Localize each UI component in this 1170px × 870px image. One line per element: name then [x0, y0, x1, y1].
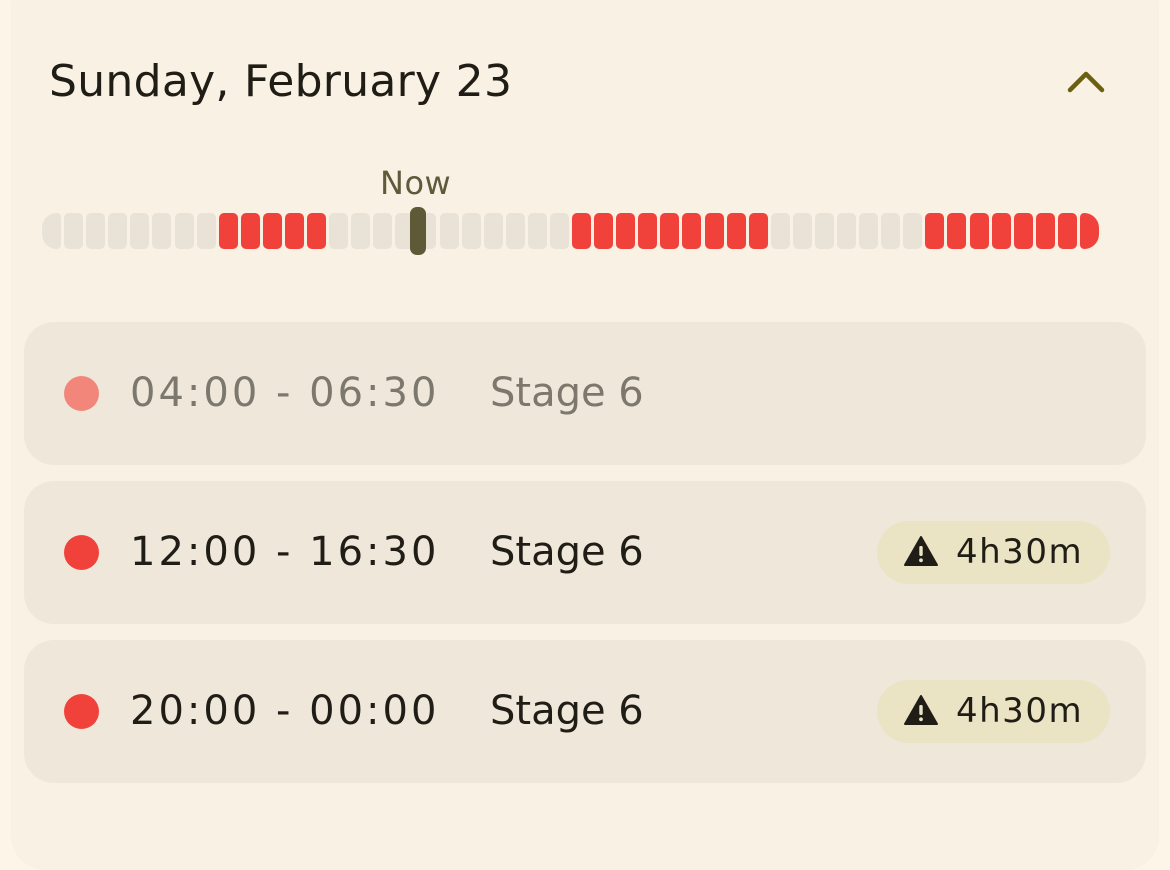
- timeline-free-segment: [881, 213, 901, 249]
- date-title: Sunday, February 23: [49, 56, 513, 107]
- outage-slot[interactable]: 20:00 - 00:00 Stage 6 4h30m: [24, 640, 1146, 783]
- duration-label: 4h30m: [956, 691, 1084, 731]
- timeline-free-segment: [42, 213, 62, 249]
- timeline-free-segment: [108, 213, 128, 249]
- status-dot: [64, 376, 99, 411]
- timeline-outage-segment: [594, 213, 614, 249]
- duration-badge: 4h30m: [877, 521, 1110, 584]
- timeline-free-segment: [859, 213, 879, 249]
- timeline-free-segment: [174, 213, 194, 249]
- timeline-outage-segment: [682, 213, 702, 249]
- timeline-outage-segment: [572, 213, 592, 249]
- timeline-outage-segment: [262, 213, 282, 249]
- timeline-outage-segment: [284, 213, 304, 249]
- timeline-free-segment: [152, 213, 172, 249]
- timeline-free-segment: [903, 213, 923, 249]
- chevron-up-icon: [1067, 71, 1105, 93]
- collapse-button[interactable]: [1060, 60, 1112, 104]
- outage-timeline: [42, 213, 1102, 249]
- timeline-free-segment: [505, 213, 525, 249]
- timeline-free-segment: [461, 213, 481, 249]
- timeline-free-segment: [483, 213, 503, 249]
- timeline-outage-segment: [616, 213, 636, 249]
- timeline-outage-segment: [660, 213, 680, 249]
- timeline-free-segment: [837, 213, 857, 249]
- timeline-outage-segment: [726, 213, 746, 249]
- timeline-outage-segment: [1057, 213, 1077, 249]
- timeline-free-segment: [196, 213, 216, 249]
- timeline-outage-segment: [307, 213, 327, 249]
- timeline-free-segment: [329, 213, 349, 249]
- timeline-outage-segment: [925, 213, 945, 249]
- duration-badge: 4h30m: [877, 680, 1110, 743]
- timeline-free-segment: [351, 213, 371, 249]
- timeline-outage-segment: [1013, 213, 1033, 249]
- timeline-outage-segment: [969, 213, 989, 249]
- warning-icon: [904, 695, 938, 725]
- timeline-free-segment: [439, 213, 459, 249]
- timeline-free-segment: [814, 213, 834, 249]
- timeline-free-segment: [64, 213, 84, 249]
- timeline-free-segment: [130, 213, 150, 249]
- slot-time: 20:00 - 00:00: [130, 688, 440, 734]
- timeline-free-segment: [770, 213, 790, 249]
- slot-stage: Stage 6: [490, 688, 644, 734]
- now-marker: [410, 207, 426, 255]
- timeline-outage-segment: [947, 213, 967, 249]
- slot-time: 12:00 - 16:30: [130, 529, 440, 575]
- timeline-free-segment: [527, 213, 547, 249]
- warning-icon: [904, 536, 938, 566]
- duration-label: 4h30m: [956, 532, 1084, 572]
- timeline-free-segment: [86, 213, 106, 249]
- timeline-outage-segment: [1079, 213, 1099, 249]
- timeline-free-segment: [373, 213, 393, 249]
- outage-slot[interactable]: 12:00 - 16:30 Stage 6 4h30m: [24, 481, 1146, 624]
- status-dot: [64, 535, 99, 570]
- timeline-free-segment: [549, 213, 569, 249]
- slot-stage: Stage 6: [490, 529, 644, 575]
- timeline-outage-segment: [218, 213, 238, 249]
- outage-slot[interactable]: 04:00 - 06:30 Stage 6: [24, 322, 1146, 465]
- status-dot: [64, 694, 99, 729]
- timeline-free-segment: [792, 213, 812, 249]
- timeline-outage-segment: [748, 213, 768, 249]
- timeline-outage-segment: [240, 213, 260, 249]
- timeline-outage-segment: [1035, 213, 1055, 249]
- timeline-outage-segment: [704, 213, 724, 249]
- slot-time: 04:00 - 06:30: [130, 370, 440, 416]
- slot-stage: Stage 6: [490, 370, 644, 416]
- timeline-outage-segment: [638, 213, 658, 249]
- now-label: Now: [380, 164, 452, 202]
- timeline-outage-segment: [991, 213, 1011, 249]
